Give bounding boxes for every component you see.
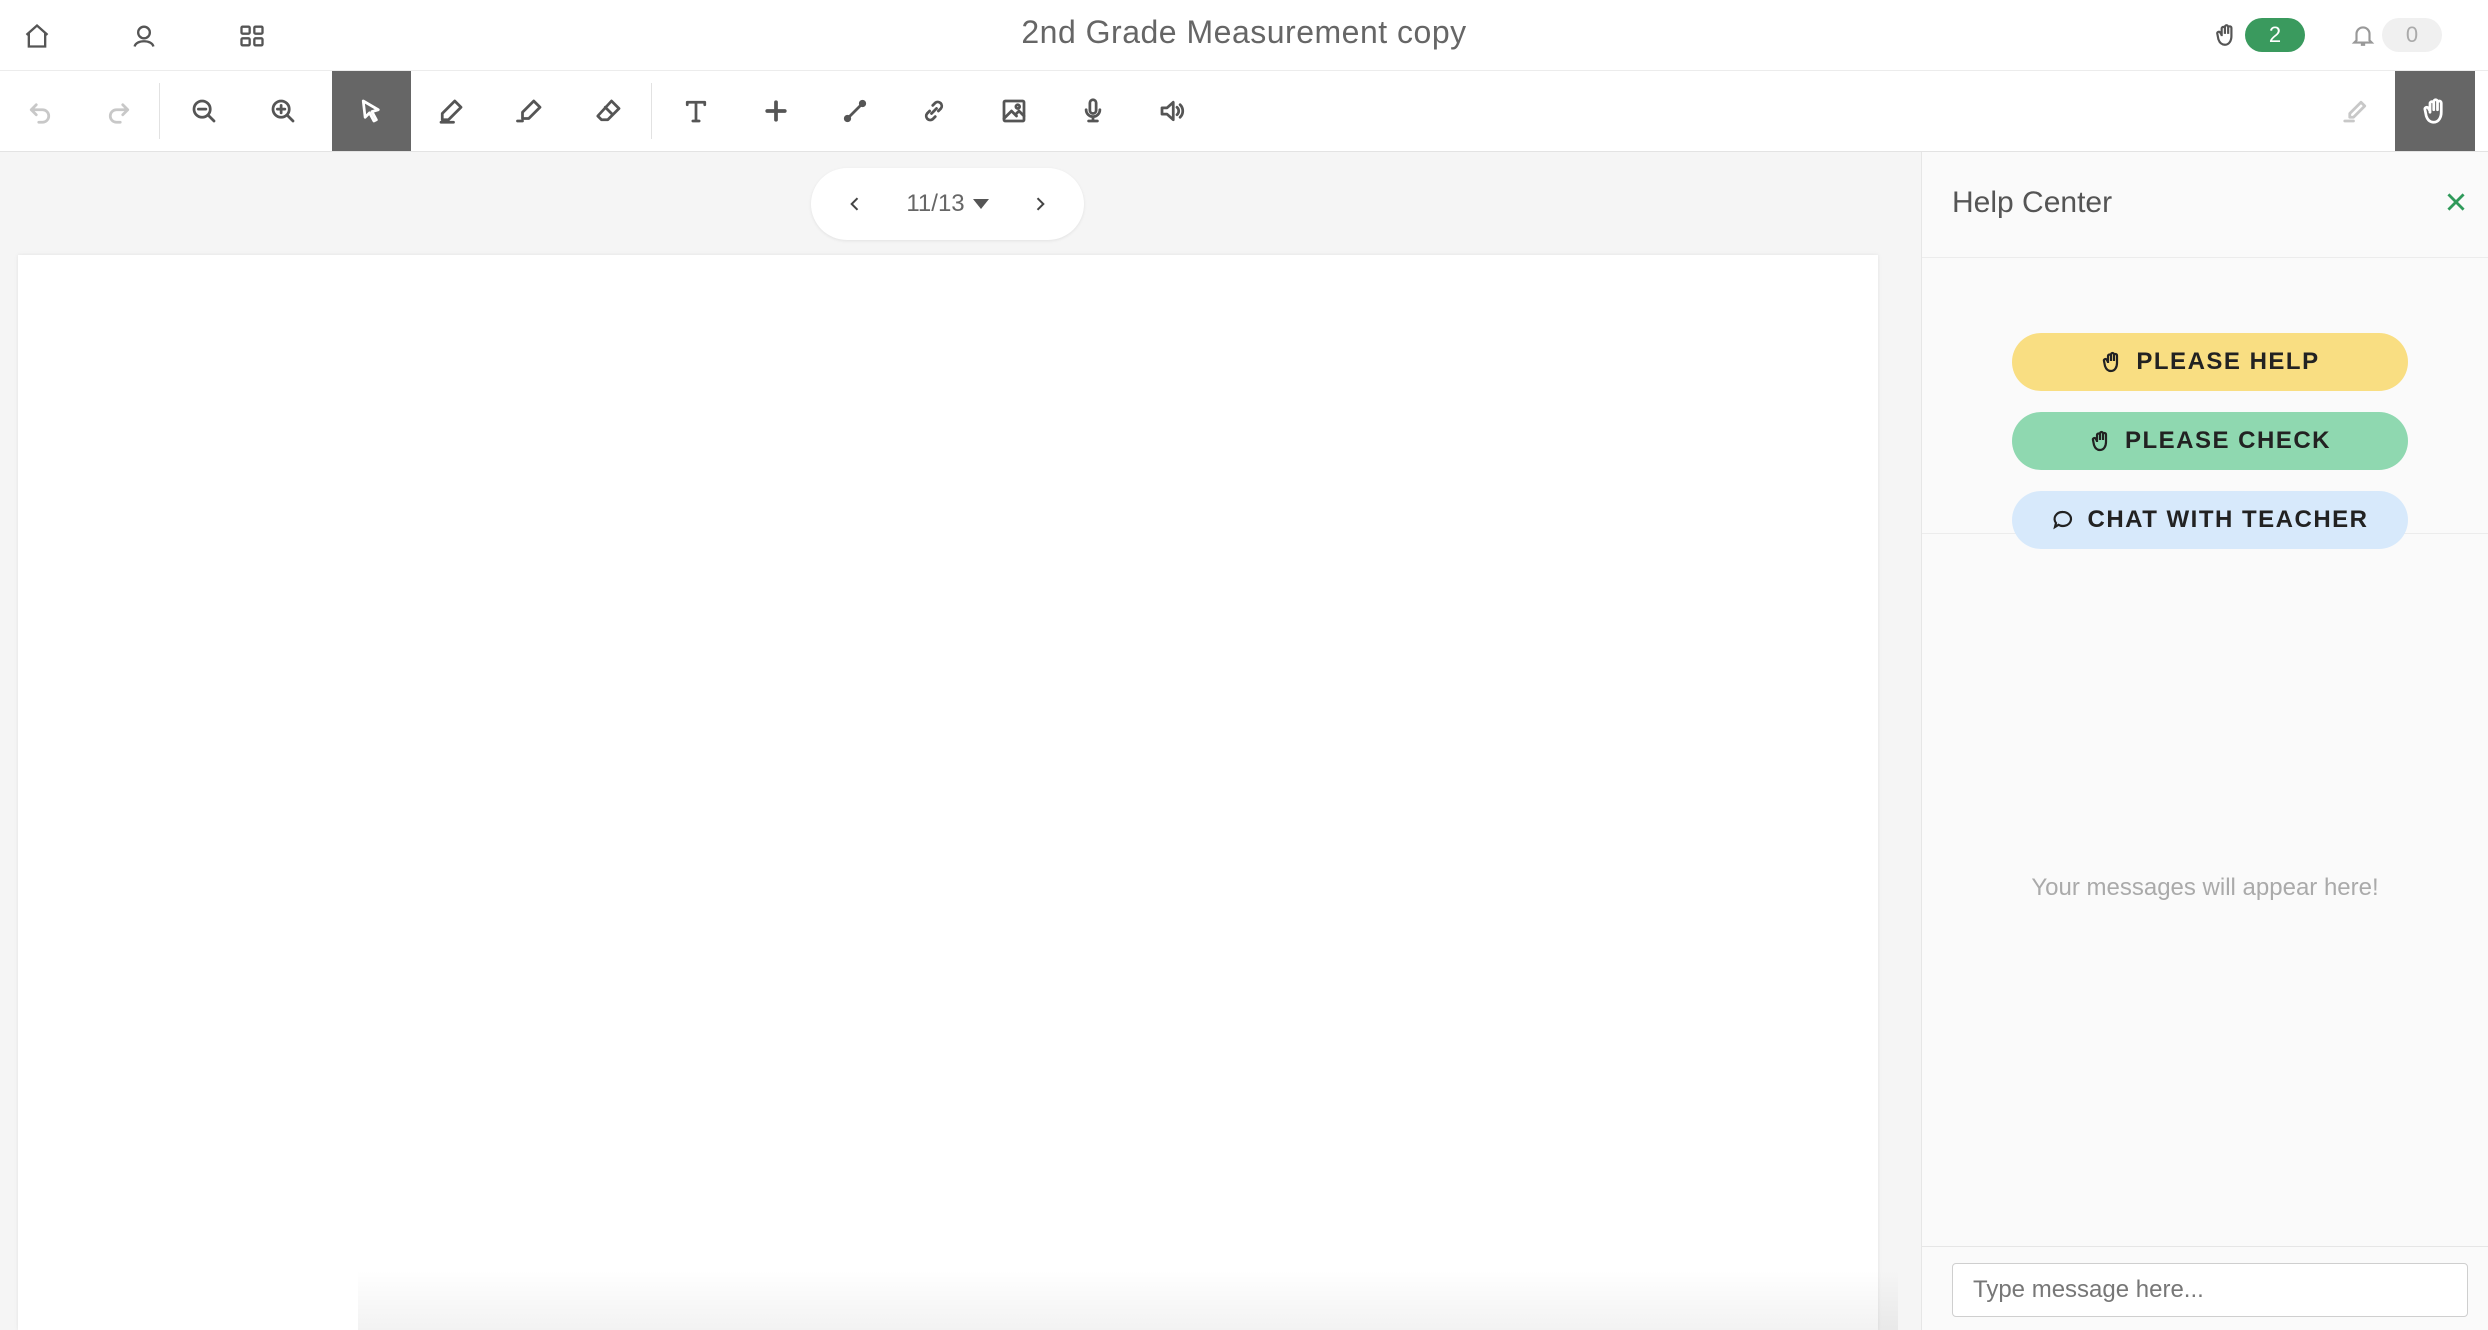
audio-playback-button[interactable]	[1132, 71, 1211, 151]
record-audio-button[interactable]	[1053, 71, 1132, 151]
help-center-panel: Help Center PLEASE HELP PLEASE CHECK CHA…	[1921, 152, 2488, 1330]
raised-hand-icon	[2216, 24, 2233, 46]
image-icon	[1002, 99, 1025, 123]
select-tool-button[interactable]	[332, 71, 411, 151]
highlighter-tool-button[interactable]	[490, 71, 569, 151]
hand-count-badge: 2	[2245, 18, 2305, 52]
raised-hands-counter[interactable]: 2	[2213, 17, 2305, 53]
image-tool-button[interactable]	[974, 71, 1053, 151]
page-shadow	[358, 1270, 1898, 1330]
text-tool-button[interactable]	[656, 71, 735, 151]
caret-down-icon	[972, 199, 989, 209]
microphone-icon	[1084, 98, 1101, 123]
highlighter-icon	[515, 99, 541, 123]
pen-tool-button[interactable]	[411, 71, 490, 151]
toolbar-divider	[159, 83, 160, 139]
message-composer	[1922, 1246, 2488, 1330]
add-shape-button[interactable]	[736, 71, 815, 151]
undo-icon	[29, 103, 50, 124]
link-icon	[924, 100, 943, 122]
chat-with-teacher-label: CHAT WITH TEACHER	[2087, 506, 2369, 533]
zoom-in-button[interactable]	[243, 71, 322, 151]
messages-empty-state: Your messages will appear here!	[2031, 874, 2379, 901]
raised-hand-icon	[2423, 98, 2443, 124]
please-check-button[interactable]: PLEASE CHECK	[2012, 412, 2408, 470]
page-indicator: 11/13	[906, 190, 965, 217]
chevron-right-icon	[1036, 197, 1045, 211]
toolbar-divider	[651, 83, 652, 139]
help-center-title: Help Center	[1952, 186, 2113, 219]
text-icon	[685, 100, 706, 123]
top-bar: 2nd Grade Measurement copy 2 0	[0, 0, 2488, 71]
previous-page-button[interactable]	[837, 186, 873, 222]
chat-bubble-icon	[2053, 510, 2073, 530]
redo-button[interactable]	[79, 71, 158, 151]
redo-icon	[108, 103, 129, 124]
speaker-icon	[1160, 100, 1184, 122]
line-tool-button[interactable]	[815, 71, 894, 151]
chat-with-teacher-button[interactable]: CHAT WITH TEACHER	[2012, 491, 2408, 549]
link-tool-button[interactable]	[894, 71, 973, 151]
line-icon	[843, 99, 866, 123]
raised-hand-icon	[2091, 430, 2108, 452]
next-page-button[interactable]	[1022, 186, 1058, 222]
plus-icon	[764, 100, 787, 122]
message-input[interactable]	[1952, 1263, 2468, 1317]
please-check-label: PLEASE CHECK	[2124, 427, 2332, 454]
close-icon	[2447, 193, 2465, 211]
chevron-left-icon	[850, 197, 859, 211]
signature-icon	[2342, 100, 2366, 123]
pen-icon	[439, 99, 462, 124]
worksheet-page[interactable]	[18, 255, 1898, 1330]
drawing-toolbar	[0, 71, 2488, 152]
help-center-toggle[interactable]	[2395, 71, 2475, 151]
notifications-counter[interactable]: 0	[2350, 17, 2442, 53]
zoom-in-icon	[271, 99, 294, 123]
please-help-button[interactable]: PLEASE HELP	[2012, 333, 2408, 391]
page-navigator: 11/13	[811, 168, 1084, 240]
bell-icon	[2351, 26, 2375, 46]
zoom-out-button[interactable]	[164, 71, 243, 151]
please-help-label: PLEASE HELP	[2136, 348, 2320, 375]
eraser-icon	[595, 99, 620, 122]
eraser-tool-button[interactable]	[569, 71, 648, 151]
undo-button[interactable]	[0, 71, 79, 151]
zoom-out-icon	[192, 99, 215, 123]
signature-button[interactable]	[2316, 71, 2395, 151]
raised-hand-icon	[2103, 351, 2119, 373]
page-title: 2nd Grade Measurement copy	[1021, 14, 1467, 50]
cursor-icon	[361, 99, 380, 123]
canvas-area: 11/13	[0, 152, 1921, 1330]
help-center-header: Help Center	[1922, 152, 2488, 258]
help-actions: PLEASE HELP PLEASE CHECK CHAT WITH TEACH…	[1922, 258, 2488, 549]
close-help-center-button[interactable]	[2438, 184, 2474, 220]
notification-count-badge: 0	[2382, 18, 2442, 52]
page-select-dropdown[interactable]: 11/13	[906, 190, 989, 218]
